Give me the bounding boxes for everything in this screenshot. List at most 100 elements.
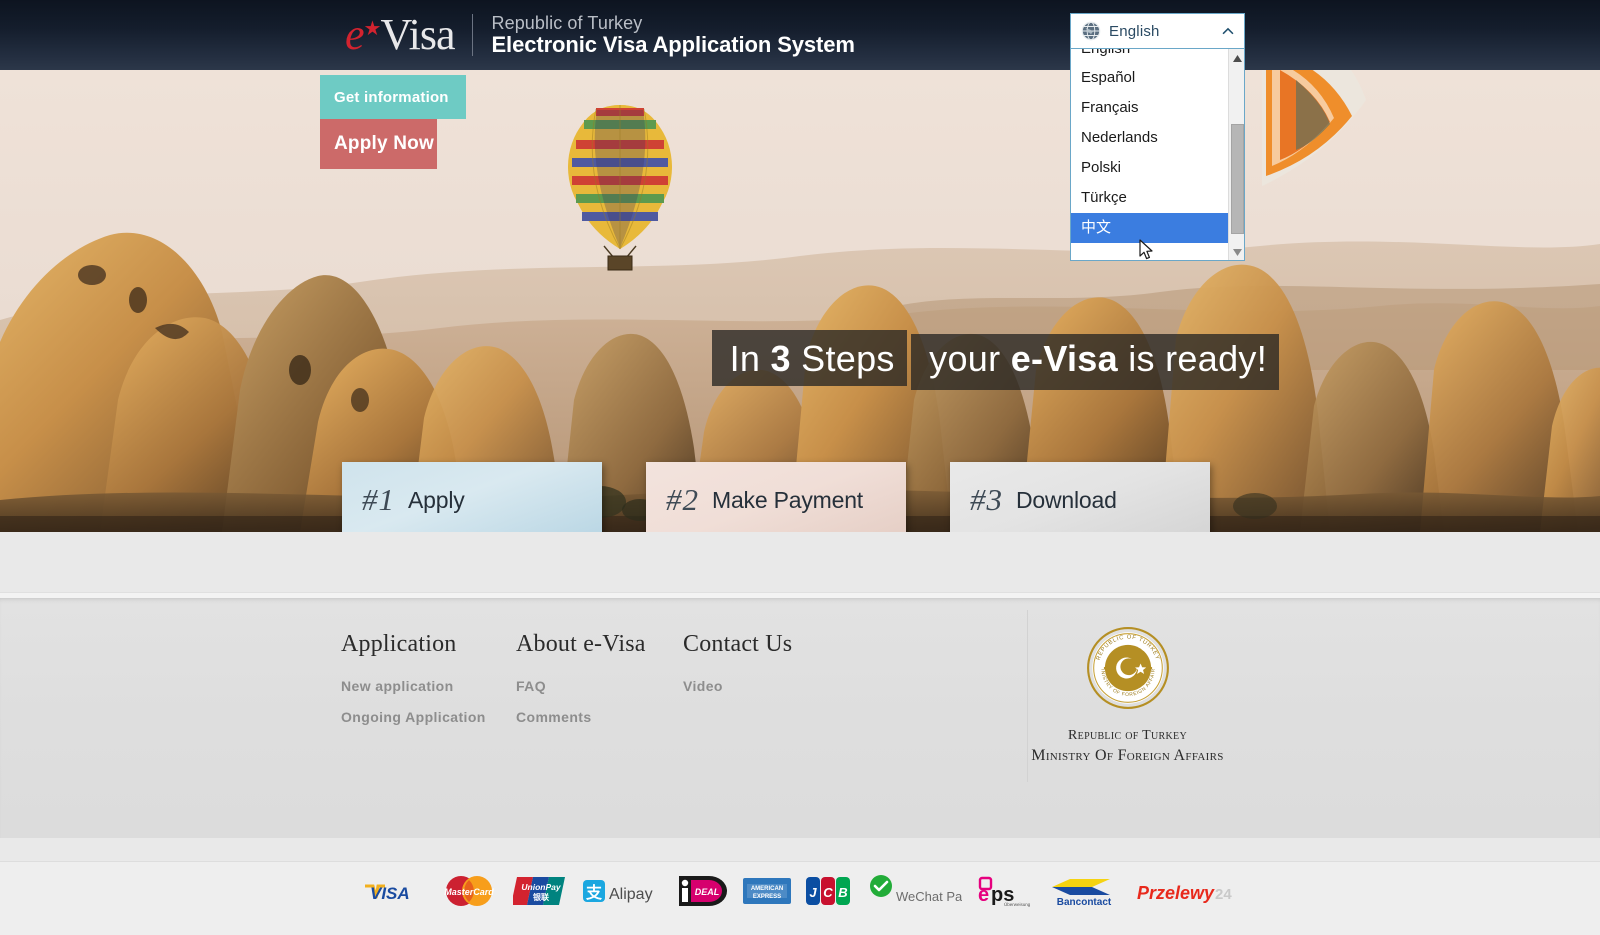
svg-text:Przelewy: Przelewy	[1137, 883, 1215, 903]
svg-text:银联: 银联	[532, 892, 549, 902]
steps-group: #1 Apply #2 Make Payment #3 Download	[0, 462, 1600, 532]
svg-text:e: e	[978, 884, 989, 906]
seal-caption-line-1: Republic of Turkey	[1068, 728, 1187, 743]
tagline-2-suffix: is ready!	[1117, 338, 1267, 379]
language-selected-label: English	[1109, 22, 1160, 40]
svg-text:C: C	[823, 885, 833, 900]
ideal-logo: DEAL	[679, 876, 727, 906]
evisa-logo-text: Visa	[380, 10, 455, 59]
alipay-logo: 支 Alipay	[583, 880, 653, 903]
language-option-turkce[interactable]: Türkçe	[1071, 183, 1244, 213]
tagline-line-1: In 3 Steps	[711, 330, 907, 386]
brand-divider	[472, 14, 474, 56]
hero-tagline: In 3 Steps your e-Visa is ready!	[711, 330, 1279, 390]
footer-link-ongoing-application[interactable]: Ongoing Application	[341, 709, 516, 725]
footer-link-faq[interactable]: FAQ	[516, 678, 683, 694]
get-information-button[interactable]: Get information	[320, 75, 466, 119]
tagline-1-bold: 3	[770, 338, 791, 379]
globe-icon	[1081, 21, 1101, 41]
turkey-mfa-seal-icon: REPUBLIC OF TURKEY MINISTRY OF FOREIGN A…	[1083, 622, 1169, 709]
svg-text:UnionPay: UnionPay	[521, 882, 561, 892]
footer-column-contact-us: Contact Us Video	[683, 631, 883, 740]
language-option-polski[interactable]: Polski	[1071, 153, 1244, 183]
step-3-number: #3	[970, 482, 1003, 517]
svg-text:DEAL: DEAL	[695, 887, 720, 897]
hero-cta-group: Get information Apply Now	[320, 75, 466, 169]
footer-link-video[interactable]: Video	[683, 678, 883, 694]
svg-text:Überweisung: Überweisung	[1004, 901, 1031, 907]
brand-subtitle: Republic of Turkey	[491, 12, 643, 33]
footer-link-columns: Application New application Ongoing Appl…	[341, 631, 883, 740]
american-express-logo: AMERICAN EXPRESS	[743, 878, 791, 904]
jcb-logo: J C B	[806, 877, 850, 905]
apply-now-button[interactable]: Apply Now	[320, 119, 437, 169]
footer-heading-about-evisa: About e-Visa	[516, 631, 646, 657]
tagline-2-prefix: your	[929, 338, 1011, 379]
language-select-box[interactable]: English	[1070, 13, 1245, 49]
przelewy24-logo: Przelewy 24	[1137, 883, 1232, 903]
svg-text:J: J	[809, 885, 817, 900]
footer-link-comments[interactable]: Comments	[516, 709, 683, 725]
brand-maintitle: Electronic Visa Application System	[491, 31, 855, 57]
wechat-pay-logo: WeChat Pay	[870, 875, 962, 904]
content-band-upper	[0, 532, 1600, 593]
step-card-make-payment[interactable]: #2 Make Payment	[646, 462, 906, 532]
footer-heading-application: Application	[341, 631, 457, 657]
eps-logo: e ps Überweisung	[978, 876, 1031, 907]
language-option-list[interactable]: English Español Français Nederlands Pols…	[1070, 49, 1245, 261]
svg-text:AMERICAN: AMERICAN	[751, 886, 783, 892]
step-2-label: Make Payment	[712, 486, 863, 513]
tagline-line-2: your e-Visa is ready!	[911, 334, 1279, 390]
payment-logo-row: VISA MasterCard UnionPay 银联 支 Alipay DEA…	[0, 874, 1600, 908]
step-card-download[interactable]: #3 Download	[950, 462, 1210, 532]
ministry-seal-block: REPUBLIC OF TURKEY MINISTRY OF FOREIGN A…	[1020, 622, 1235, 767]
evisa-homepage: e★Visa Republic of Turkey Electronic Vis…	[0, 0, 1600, 935]
svg-text:MasterCard: MasterCard	[444, 887, 494, 897]
svg-text:24: 24	[1215, 886, 1232, 903]
visa-logo: VISA	[365, 884, 410, 903]
unionpay-logo: UnionPay 银联	[513, 877, 565, 905]
step-card-apply[interactable]: #1 Apply	[342, 462, 602, 532]
tagline-1-prefix: In	[729, 338, 771, 379]
language-selector[interactable]: English English Español Français Nederla…	[1070, 13, 1245, 261]
seal-caption-line-2: Ministry Of Foreign Affairs	[1031, 746, 1224, 764]
payment-methods-strip: VISA MasterCard UnionPay 银联 支 Alipay DEA…	[0, 861, 1600, 935]
language-option-espanol[interactable]: Español	[1071, 63, 1244, 93]
chevron-up-icon[interactable]	[1221, 24, 1235, 38]
svg-text:EXPRESS: EXPRESS	[753, 894, 781, 900]
step-1-label: Apply	[408, 486, 465, 513]
hero-banner: Get information Apply Now In 3 Steps you…	[0, 70, 1600, 532]
footer-link-new-application[interactable]: New application	[341, 678, 516, 694]
svg-text:B: B	[838, 885, 847, 900]
language-option-english[interactable]: English	[1071, 49, 1244, 63]
tagline-2-bold: e-Visa	[1010, 338, 1118, 379]
brand-block[interactable]: e★Visa Republic of Turkey Electronic Vis…	[345, 5, 855, 65]
svg-text:VISA: VISA	[370, 884, 410, 903]
step-1-number: #1	[362, 482, 395, 517]
footer-heading-contact-us: Contact Us	[683, 631, 793, 657]
svg-text:Bancontact: Bancontact	[1057, 897, 1112, 908]
evisa-logo-e: e	[345, 10, 365, 59]
mastercard-logo: MasterCard	[444, 876, 494, 906]
brand-title: Republic of Turkey Electronic Visa Appli…	[491, 12, 855, 58]
footer-column-about-evisa: About e-Visa FAQ Comments	[516, 631, 683, 740]
bancontact-logo: Bancontact	[1052, 879, 1112, 908]
star-icon: ★	[363, 18, 382, 40]
footer-column-application: Application New application Ongoing Appl…	[341, 631, 516, 740]
language-option-francais[interactable]: Français	[1071, 93, 1244, 123]
scrollbar-down-arrow-icon[interactable]	[1229, 244, 1244, 260]
evisa-logo: e★Visa	[345, 13, 470, 57]
site-header: e★Visa Republic of Turkey Electronic Vis…	[0, 0, 1600, 70]
svg-text:Alipay: Alipay	[609, 886, 653, 903]
language-option-nederlands[interactable]: Nederlands	[1071, 123, 1244, 153]
mouse-cursor-icon	[1139, 239, 1153, 260]
svg-text:WeChat Pay: WeChat Pay	[896, 889, 962, 904]
language-option-chinese[interactable]: 中文	[1071, 213, 1244, 243]
scrollbar-thumb[interactable]	[1231, 124, 1244, 234]
site-footer: Application New application Ongoing Appl…	[0, 598, 1600, 838]
svg-text:支: 支	[585, 883, 603, 902]
tagline-1-suffix: Steps	[790, 338, 895, 379]
scrollbar-up-arrow-icon[interactable]	[1229, 50, 1244, 66]
step-3-label: Download	[1016, 486, 1117, 513]
language-list-scrollbar[interactable]	[1228, 49, 1244, 260]
